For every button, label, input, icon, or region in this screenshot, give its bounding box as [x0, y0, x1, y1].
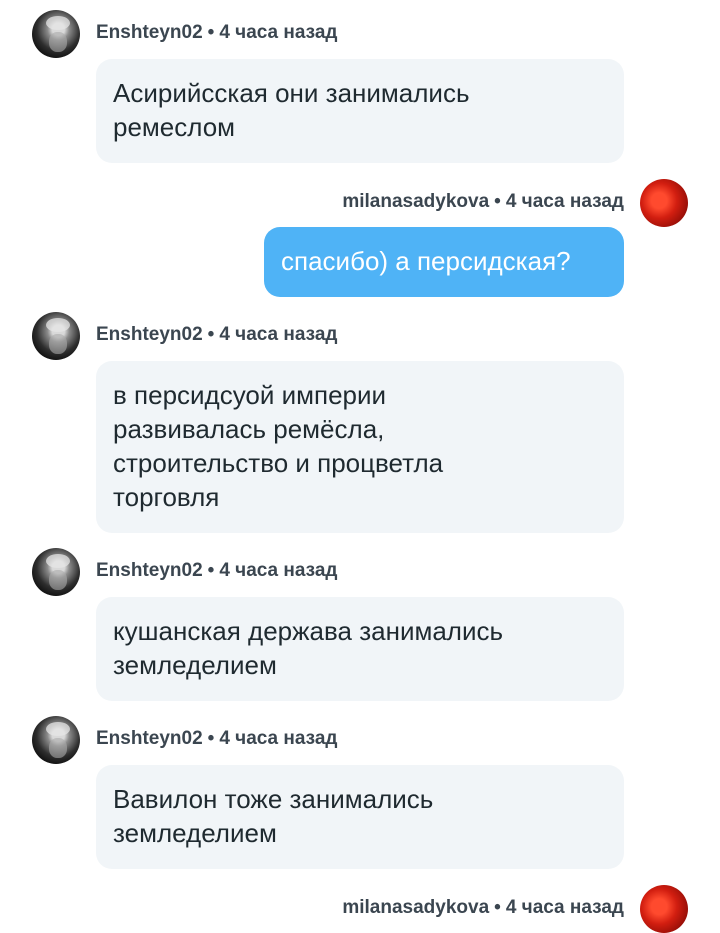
- comment-thread: Enshteyn02 • 4 часа назад Асирийсская они …: [0, 0, 720, 933]
- author-name[interactable]: Enshteyn02: [96, 22, 203, 43]
- meta-separator: •: [494, 191, 501, 212]
- author-name[interactable]: Enshteyn02: [96, 728, 203, 749]
- author-name[interactable]: milanasadykova: [342, 191, 489, 212]
- timestamp: 4 часа назад: [219, 22, 338, 43]
- avatar-enshteyn02[interactable]: [32, 716, 80, 764]
- avatar-enshteyn02[interactable]: [32, 312, 80, 360]
- message-line: развивалась ремёсла,: [113, 414, 385, 444]
- message-line: спасибо) а персидская?: [281, 246, 571, 276]
- message-bubble: Асирийсская они занимались ремеслом: [96, 59, 624, 163]
- author-name[interactable]: milanasadykova: [342, 897, 489, 918]
- avatar-milanasadykova[interactable]: [640, 885, 688, 933]
- timestamp: 4 часа назад: [505, 191, 624, 212]
- message-bubble: Вавилон тоже занимались земледелием: [96, 765, 624, 869]
- meta-separator: •: [207, 560, 215, 581]
- message-line: земледелием: [113, 650, 277, 680]
- message-line: строительство и процветла: [113, 448, 444, 478]
- message-line: земледелием: [113, 818, 277, 848]
- author-name[interactable]: Enshteyn02: [96, 324, 203, 345]
- message-meta: Enshteyn02 • 4 часа назад: [96, 728, 338, 750]
- avatar-enshteyn02[interactable]: [32, 548, 80, 596]
- message-meta: Enshteyn02 • 4 часа назад: [96, 324, 338, 346]
- meta-separator: •: [207, 728, 215, 749]
- message-line: кушанская держава занимались: [113, 616, 504, 646]
- meta-separator: •: [207, 22, 215, 43]
- message-meta: Enshteyn02 • 4 часа назад: [96, 22, 338, 44]
- avatar-enshteyn02[interactable]: [32, 10, 80, 58]
- message-bubble: кушанская держава занимались земледелием: [96, 597, 624, 701]
- message-line: ремеслом: [113, 112, 236, 142]
- message-meta: milanasadykova • 4 часа назад: [342, 191, 624, 213]
- message-line: Вавилон тоже занимались: [113, 784, 434, 814]
- meta-separator: •: [207, 324, 215, 345]
- message-line: Асирийсская они занимались: [113, 78, 470, 108]
- timestamp: 4 часа назад: [219, 324, 338, 345]
- message-meta: milanasadykova • 4 часа назад: [342, 897, 624, 919]
- message-line: торговля: [113, 482, 220, 512]
- meta-separator: •: [494, 897, 501, 918]
- timestamp: 4 часа назад: [505, 897, 624, 918]
- message-bubble: спасибо) а персидская?: [264, 227, 624, 297]
- message-meta: Enshteyn02 • 4 часа назад: [96, 560, 338, 582]
- message-line: в персидсуой империи: [113, 380, 387, 410]
- author-name[interactable]: Enshteyn02: [96, 560, 203, 581]
- timestamp: 4 часа назад: [219, 728, 338, 749]
- message-bubble: в персидсуой империи развивалась ремёсла…: [96, 361, 624, 533]
- avatar-milanasadykova[interactable]: [640, 179, 688, 227]
- timestamp: 4 часа назад: [219, 560, 338, 581]
